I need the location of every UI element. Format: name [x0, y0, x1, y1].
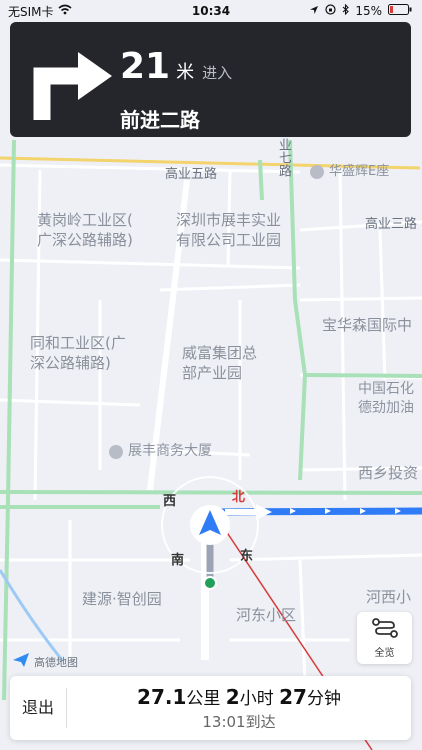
road-label: 高业三路 — [365, 217, 418, 232]
remaining-minutes-unit: 分钟 — [306, 689, 341, 709]
road-label: 高业五路 — [165, 167, 218, 182]
distance-unit: 米 — [176, 62, 195, 83]
poi-label: 建源·智创园 — [82, 590, 162, 608]
compass-west-label: 西 — [163, 494, 177, 509]
overview-button[interactable]: 全览 — [357, 612, 412, 664]
carrier-label: 无SIM卡 — [8, 4, 54, 19]
poi-label: 宝华森国际中 — [322, 316, 413, 334]
compass-south-label: 南 — [171, 553, 185, 568]
distance-value: 21 — [120, 46, 171, 87]
compass-east-label: 东 — [240, 549, 254, 564]
arrival-time: 13:01到达 — [202, 713, 276, 731]
maneuver-distance: 21 米 进入 — [120, 46, 232, 87]
remaining-distance-value: 27.1 — [137, 685, 187, 709]
road-label: 业七路 — [276, 138, 291, 177]
trip-info: 27.1公里 2小时 27分钟 13:01到达 — [67, 684, 411, 732]
poi-label: 威富集团总 部产业园 — [182, 344, 258, 383]
compass-north-label: 北 — [232, 490, 246, 505]
logo-text: 高德地图 — [34, 656, 78, 669]
amap-logo-icon — [12, 652, 30, 672]
location-arrow-icon — [309, 4, 319, 18]
app-logo: 高德地图 — [12, 652, 78, 672]
overview-label: 全览 — [374, 647, 395, 659]
poi-label: 河西小 — [366, 588, 412, 606]
route-overview-icon — [371, 617, 398, 642]
remaining-hours-unit: 小时 — [239, 689, 274, 709]
poi-label: 同和工业区(广 深公路辅路) — [30, 334, 126, 373]
maneuver-action: 进入 — [202, 64, 233, 82]
next-road-name: 前进二路 — [120, 108, 200, 132]
poi-label: 黄岗岭工业区( 广深公路辅路) — [37, 211, 133, 250]
battery-icon — [388, 4, 412, 18]
poi-label: 河东小区 — [236, 606, 297, 624]
lock-rotation-icon — [325, 4, 336, 18]
remaining-distance-unit: 公里 — [186, 689, 221, 709]
trip-summary-bar: 退出 27.1公里 2小时 27分钟 13:01到达 — [10, 676, 411, 740]
maneuver-card: 21 米 进入 前进二路 — [10, 22, 411, 137]
poi-label: 深圳市展丰实业 有限公司工业园 — [176, 211, 282, 250]
remaining-hours-value: 2 — [225, 685, 240, 709]
exit-button[interactable]: 退出 — [10, 688, 67, 728]
bluetooth-icon — [342, 3, 350, 18]
poi-label: 华盛辉E座 — [329, 164, 390, 179]
status-bar: 无SIM卡 10:34 15% — [0, 0, 422, 22]
trip-distance-time: 27.1公里 2小时 27分钟 — [67, 684, 411, 709]
poi-label: 西乡投资 — [358, 464, 419, 482]
turn-right-arrow-icon — [24, 38, 114, 128]
remaining-minutes-value: 27 — [279, 685, 307, 709]
battery-percent: 15% — [355, 4, 382, 18]
poi-label: 展丰商务大厦 — [128, 443, 212, 459]
poi-label: 中国石化 德劲加油 — [358, 381, 414, 416]
wifi-icon — [58, 4, 72, 18]
